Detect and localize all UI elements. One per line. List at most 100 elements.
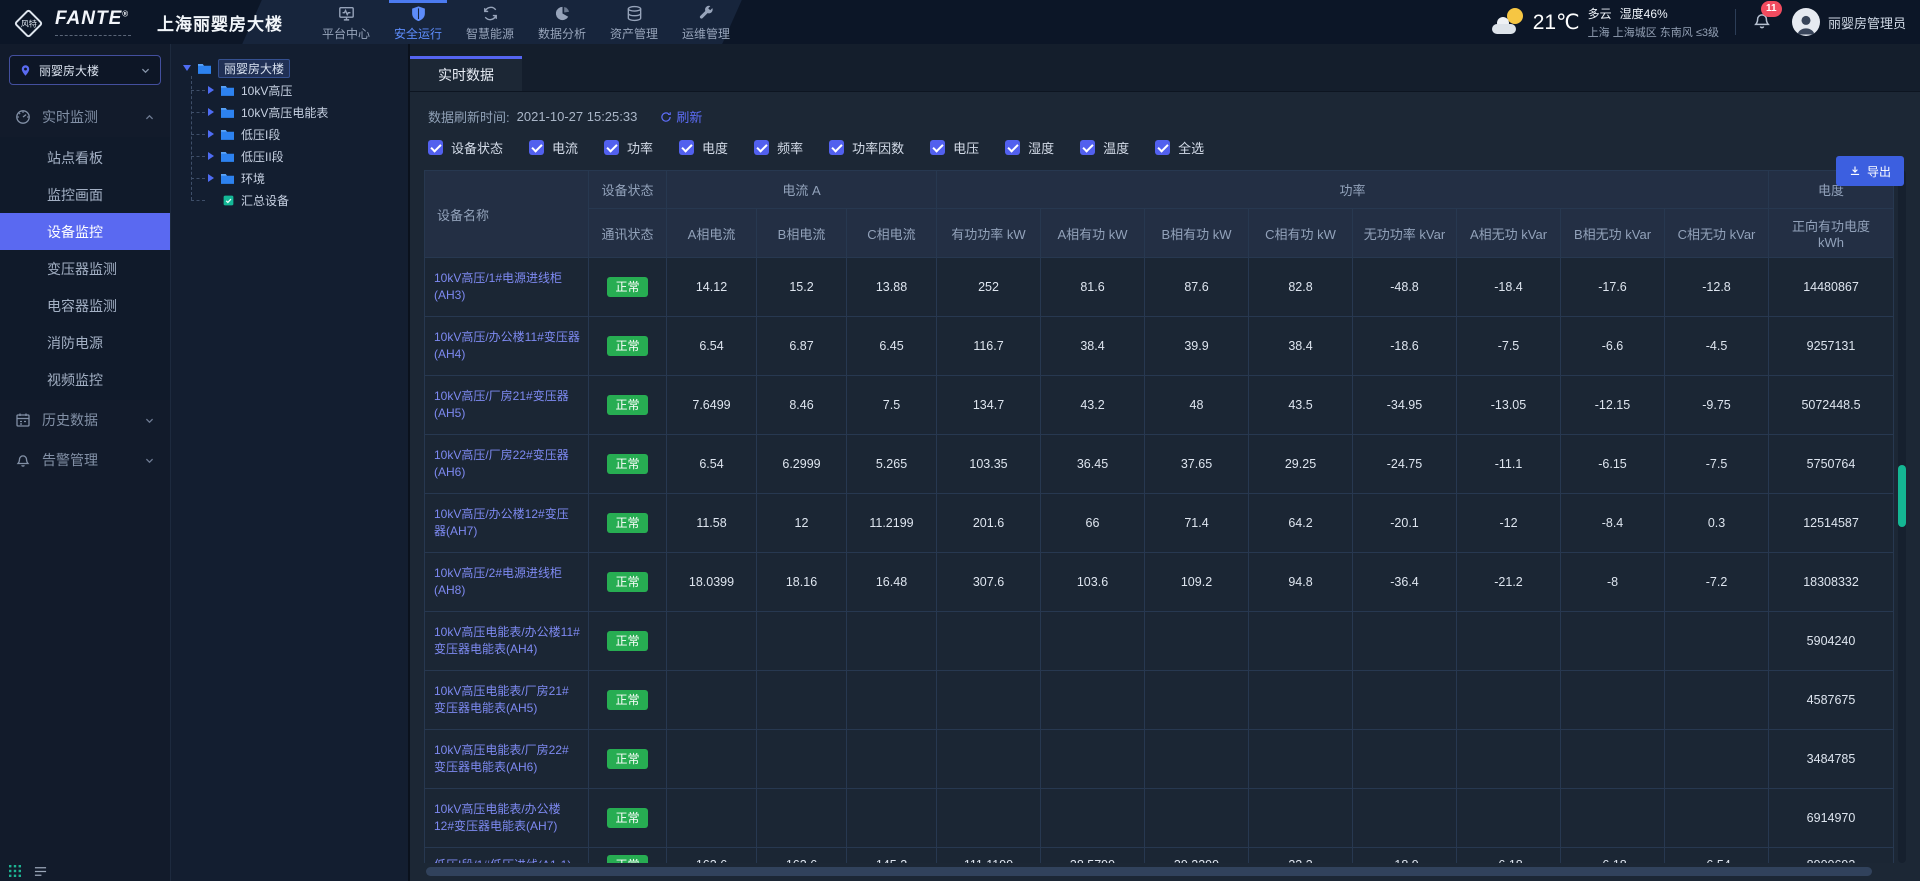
checkbox-checked-icon <box>529 140 544 155</box>
pie-icon <box>554 5 571 22</box>
value-cell <box>1665 789 1769 848</box>
caret-collapsed-icon[interactable] <box>208 130 214 138</box>
value-cell: -6.18 <box>1457 848 1561 864</box>
filter-checkbox-8[interactable]: 温度 <box>1080 138 1129 157</box>
refresh-action-label: 刷新 <box>676 107 702 126</box>
horizontal-scrollbar-thumb[interactable] <box>426 867 1872 876</box>
menu-group-realtime[interactable]: 实时监测 <box>0 97 170 137</box>
checkbox-checked-icon <box>754 140 769 155</box>
main-content: 实时数据 数据刷新时间: 2021-10-27 15:25:33 刷新 设备状态… <box>410 44 1920 881</box>
value-cell: -8 <box>1561 553 1665 612</box>
refresh-row: 数据刷新时间: 2021-10-27 15:25:33 刷新 <box>424 92 1906 135</box>
status-badge: 正常 <box>607 513 647 533</box>
value-cell <box>937 789 1041 848</box>
notifications-button[interactable]: 11 <box>1752 10 1772 35</box>
filter-checkbox-9[interactable]: 全选 <box>1155 138 1204 157</box>
caret-collapsed-icon[interactable] <box>208 108 214 116</box>
list-icon[interactable] <box>34 866 47 877</box>
value-cell: -12.15 <box>1561 376 1665 435</box>
table-row: 10kV高压/厂房21#变压器(AH5)正常7.64998.467.5134.7… <box>425 376 1894 435</box>
filter-checkbox-0[interactable]: 设备状态 <box>428 138 503 157</box>
caret-collapsed-icon[interactable] <box>208 86 214 94</box>
tree-node[interactable]: 10kV高压 <box>208 79 400 101</box>
value-cell: 38.4 <box>1041 317 1145 376</box>
menu-item[interactable]: 站点看板 <box>0 139 170 176</box>
caret-collapsed-icon[interactable] <box>208 174 214 182</box>
filter-checkbox-2[interactable]: 功率 <box>604 138 653 157</box>
sidebar: 丽婴房大楼 实时监测站点看板监控画面设备监控变压器监测电容器监测消防电源视频监控… <box>0 44 170 881</box>
ops-icon <box>698 5 715 22</box>
tree-node[interactable]: 低压I段 <box>208 123 400 145</box>
caret-collapsed-icon[interactable] <box>208 152 214 160</box>
tree-leaf-node[interactable]: 汇总设备 <box>208 189 400 211</box>
table-row: 10kV高压电能表/厂房21#变压器电能表(AH5)正常4587675 <box>425 671 1894 730</box>
menu-item[interactable]: 视频监控 <box>0 361 170 398</box>
device-link[interactable]: 10kV高压电能表/厂房22#变压器电能表(AH6) <box>434 742 580 776</box>
value-cell <box>1353 730 1457 789</box>
device-link[interactable]: 10kV高压电能表/办公楼11#变压器电能表(AH4) <box>434 624 580 658</box>
status-cell: 正常 <box>589 671 667 730</box>
menu-group-history[interactable]: 历史数据 <box>0 400 170 440</box>
device-link[interactable]: 10kV高压/1#电源进线柜(AH3) <box>434 270 580 304</box>
value-cell: -36.4 <box>1353 553 1457 612</box>
checkbox-checked-icon <box>829 140 844 155</box>
status-cell: 正常 <box>589 789 667 848</box>
filter-checkbox-3[interactable]: 电度 <box>679 138 728 157</box>
menu-item[interactable]: 设备监控 <box>0 213 170 250</box>
filter-label: 功率因数 <box>852 138 904 157</box>
device-link[interactable]: 10kV高压/办公楼11#变压器(AH4) <box>434 329 580 363</box>
value-cell <box>757 671 847 730</box>
device-link[interactable]: 10kV高压/办公楼12#变压器(AH7) <box>434 506 580 540</box>
value-cell: 82.8 <box>1249 258 1353 317</box>
value-cell: 71.4 <box>1145 494 1249 553</box>
menu-item[interactable]: 监控画面 <box>0 176 170 213</box>
nav-item-asset[interactable]: 资产管理 <box>598 0 670 44</box>
caret-expanded-icon[interactable] <box>183 65 191 71</box>
checkbox-checked-icon <box>930 140 945 155</box>
tree-node[interactable]: 低压II段 <box>208 145 400 167</box>
column-sub-header: A相无功 kVar <box>1457 209 1561 258</box>
export-button[interactable]: 导出 <box>1836 156 1904 186</box>
weather-humidity: 湿度46% <box>1620 5 1668 22</box>
menu-item[interactable]: 电容器监测 <box>0 287 170 324</box>
user-name[interactable]: 丽婴房管理员 <box>1828 13 1906 32</box>
menu-group-alarm[interactable]: 告警管理 <box>0 440 170 480</box>
device-link[interactable]: 10kV高压/2#电源进线柜(AH8) <box>434 565 580 599</box>
value-cell: 6.54 <box>667 317 757 376</box>
filter-checkbox-6[interactable]: 电压 <box>930 138 979 157</box>
filter-checkbox-7[interactable]: 湿度 <box>1005 138 1054 157</box>
refresh-button[interactable]: 刷新 <box>660 107 702 126</box>
nav-item-safety[interactable]: 安全运行 <box>382 0 454 44</box>
device-link[interactable]: 10kV高压电能表/办公楼12#变压器电能表(AH7) <box>434 801 580 835</box>
value-cell <box>1561 789 1665 848</box>
filter-label: 全选 <box>1178 138 1204 157</box>
value-cell <box>847 671 937 730</box>
app-window: 风特 FANTE® 上海丽婴房大楼 平台中心安全运行智慧能源数据分析资产管理运维… <box>0 0 1920 881</box>
nav-item-analysis[interactable]: 数据分析 <box>526 0 598 44</box>
tree-node[interactable]: 10kV高压电能表 <box>208 101 400 123</box>
device-link[interactable]: 10kV高压电能表/厂房21#变压器电能表(AH5) <box>434 683 580 717</box>
tree-node[interactable]: 环境 <box>208 167 400 189</box>
menu-item[interactable]: 消防电源 <box>0 324 170 361</box>
filter-checkbox-5[interactable]: 功率因数 <box>829 138 904 157</box>
nav-item-ops[interactable]: 运维管理 <box>670 0 742 44</box>
nav-item-platform[interactable]: 平台中心 <box>310 0 382 44</box>
filter-checkbox-4[interactable]: 频率 <box>754 138 803 157</box>
vertical-scrollbar-thumb[interactable] <box>1898 465 1906 527</box>
nav-item-energy[interactable]: 智慧能源 <box>454 0 526 44</box>
menu-item[interactable]: 变压器监测 <box>0 250 170 287</box>
device-link[interactable]: 低压I段/1#低压进线(A1-1) <box>434 857 571 864</box>
device-link[interactable]: 10kV高压/厂房21#变压器(AH5) <box>434 388 580 422</box>
tree-root-node[interactable]: 丽婴房大楼 <box>183 57 400 79</box>
table-row: 10kV高压/1#电源进线柜(AH3)正常14.1215.213.8825281… <box>425 258 1894 317</box>
tab-realtime-data[interactable]: 实时数据 <box>410 56 522 91</box>
filter-checkbox-1[interactable]: 电流 <box>529 138 578 157</box>
site-selector[interactable]: 丽婴房大楼 <box>9 55 161 85</box>
device-name-cell: 10kV高压电能表/办公楼11#变压器电能表(AH4) <box>425 612 589 671</box>
avatar[interactable] <box>1792 8 1820 36</box>
menu-group-label: 实时监测 <box>42 107 98 127</box>
grid-dots-icon[interactable] <box>9 865 21 877</box>
filter-label: 电压 <box>953 138 979 157</box>
device-link[interactable]: 10kV高压/厂房22#变压器(AH6) <box>434 447 580 481</box>
device-name-cell: 10kV高压电能表/厂房22#变压器电能表(AH6) <box>425 730 589 789</box>
